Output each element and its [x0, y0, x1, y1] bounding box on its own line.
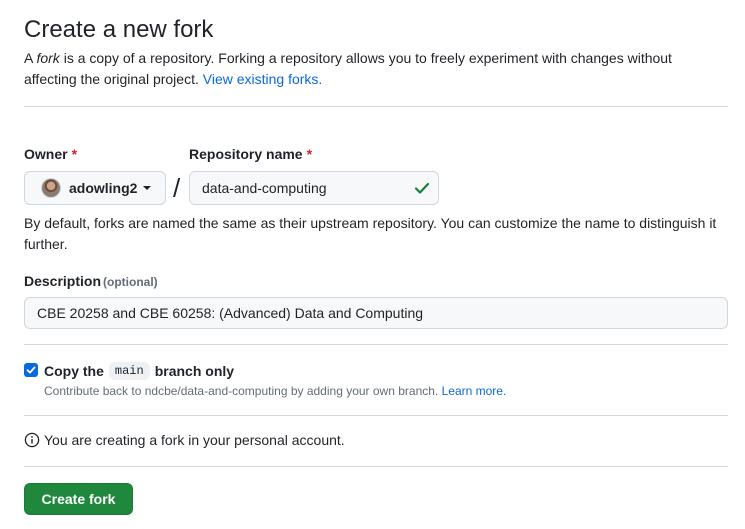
owner-label: Owner *	[24, 146, 77, 162]
copy-branch-note-text: Contribute back to ndcbe/data-and-comput…	[44, 384, 439, 398]
repository-name-label-text: Repository name	[189, 146, 303, 162]
branch-name-code: main	[108, 362, 150, 380]
avatar	[41, 178, 61, 198]
owner-label-text: Owner	[24, 146, 68, 162]
info-icon	[24, 432, 40, 448]
description-label: Description (optional)	[24, 273, 158, 289]
copy-main-branch-checkbox[interactable]	[24, 363, 38, 377]
description-label-text: Description	[24, 273, 102, 289]
personal-account-notice: You are creating a fork in your personal…	[24, 432, 345, 448]
intro-body: is a copy of a repository. Forking a rep…	[24, 50, 672, 87]
optional-text: (optional)	[103, 275, 158, 289]
owner-dropdown[interactable]: adowling2	[24, 171, 166, 205]
owner-value: adowling2	[69, 180, 138, 196]
divider	[24, 415, 728, 416]
copy-main-branch-label[interactable]: Copy the main branch only	[44, 362, 234, 380]
checkmark-icon	[26, 366, 36, 374]
divider	[24, 466, 728, 467]
copy-branch-note: Contribute back to ndcbe/data-and-comput…	[44, 382, 506, 400]
intro-fork-word: fork	[36, 50, 60, 66]
copy-label-suffix: branch only	[154, 363, 235, 379]
create-fork-button[interactable]: Create fork	[24, 483, 133, 515]
view-existing-forks-link[interactable]: View existing forks.	[203, 71, 323, 87]
description-input[interactable]	[24, 297, 728, 329]
learn-more-link[interactable]: Learn more.	[442, 384, 507, 398]
caret-down-icon	[143, 186, 152, 190]
check-icon	[414, 182, 430, 194]
page-title: Create a new fork	[24, 16, 214, 43]
divider	[24, 106, 728, 107]
required-mark: *	[71, 146, 78, 162]
divider	[24, 344, 728, 345]
intro-prefix: A	[24, 50, 37, 66]
copy-label-prefix: Copy the	[44, 363, 104, 379]
fork-name-helper-text: By default, forks are named the same as …	[24, 215, 717, 252]
repository-name-label: Repository name *	[189, 146, 312, 162]
notice-text: You are creating a fork in your personal…	[44, 432, 345, 448]
owner-repo-separator: /	[173, 173, 181, 203]
intro-text: A fork is a copy of a repository. Forkin…	[24, 48, 728, 90]
repository-name-input[interactable]	[189, 171, 439, 205]
required-mark: *	[306, 146, 313, 162]
